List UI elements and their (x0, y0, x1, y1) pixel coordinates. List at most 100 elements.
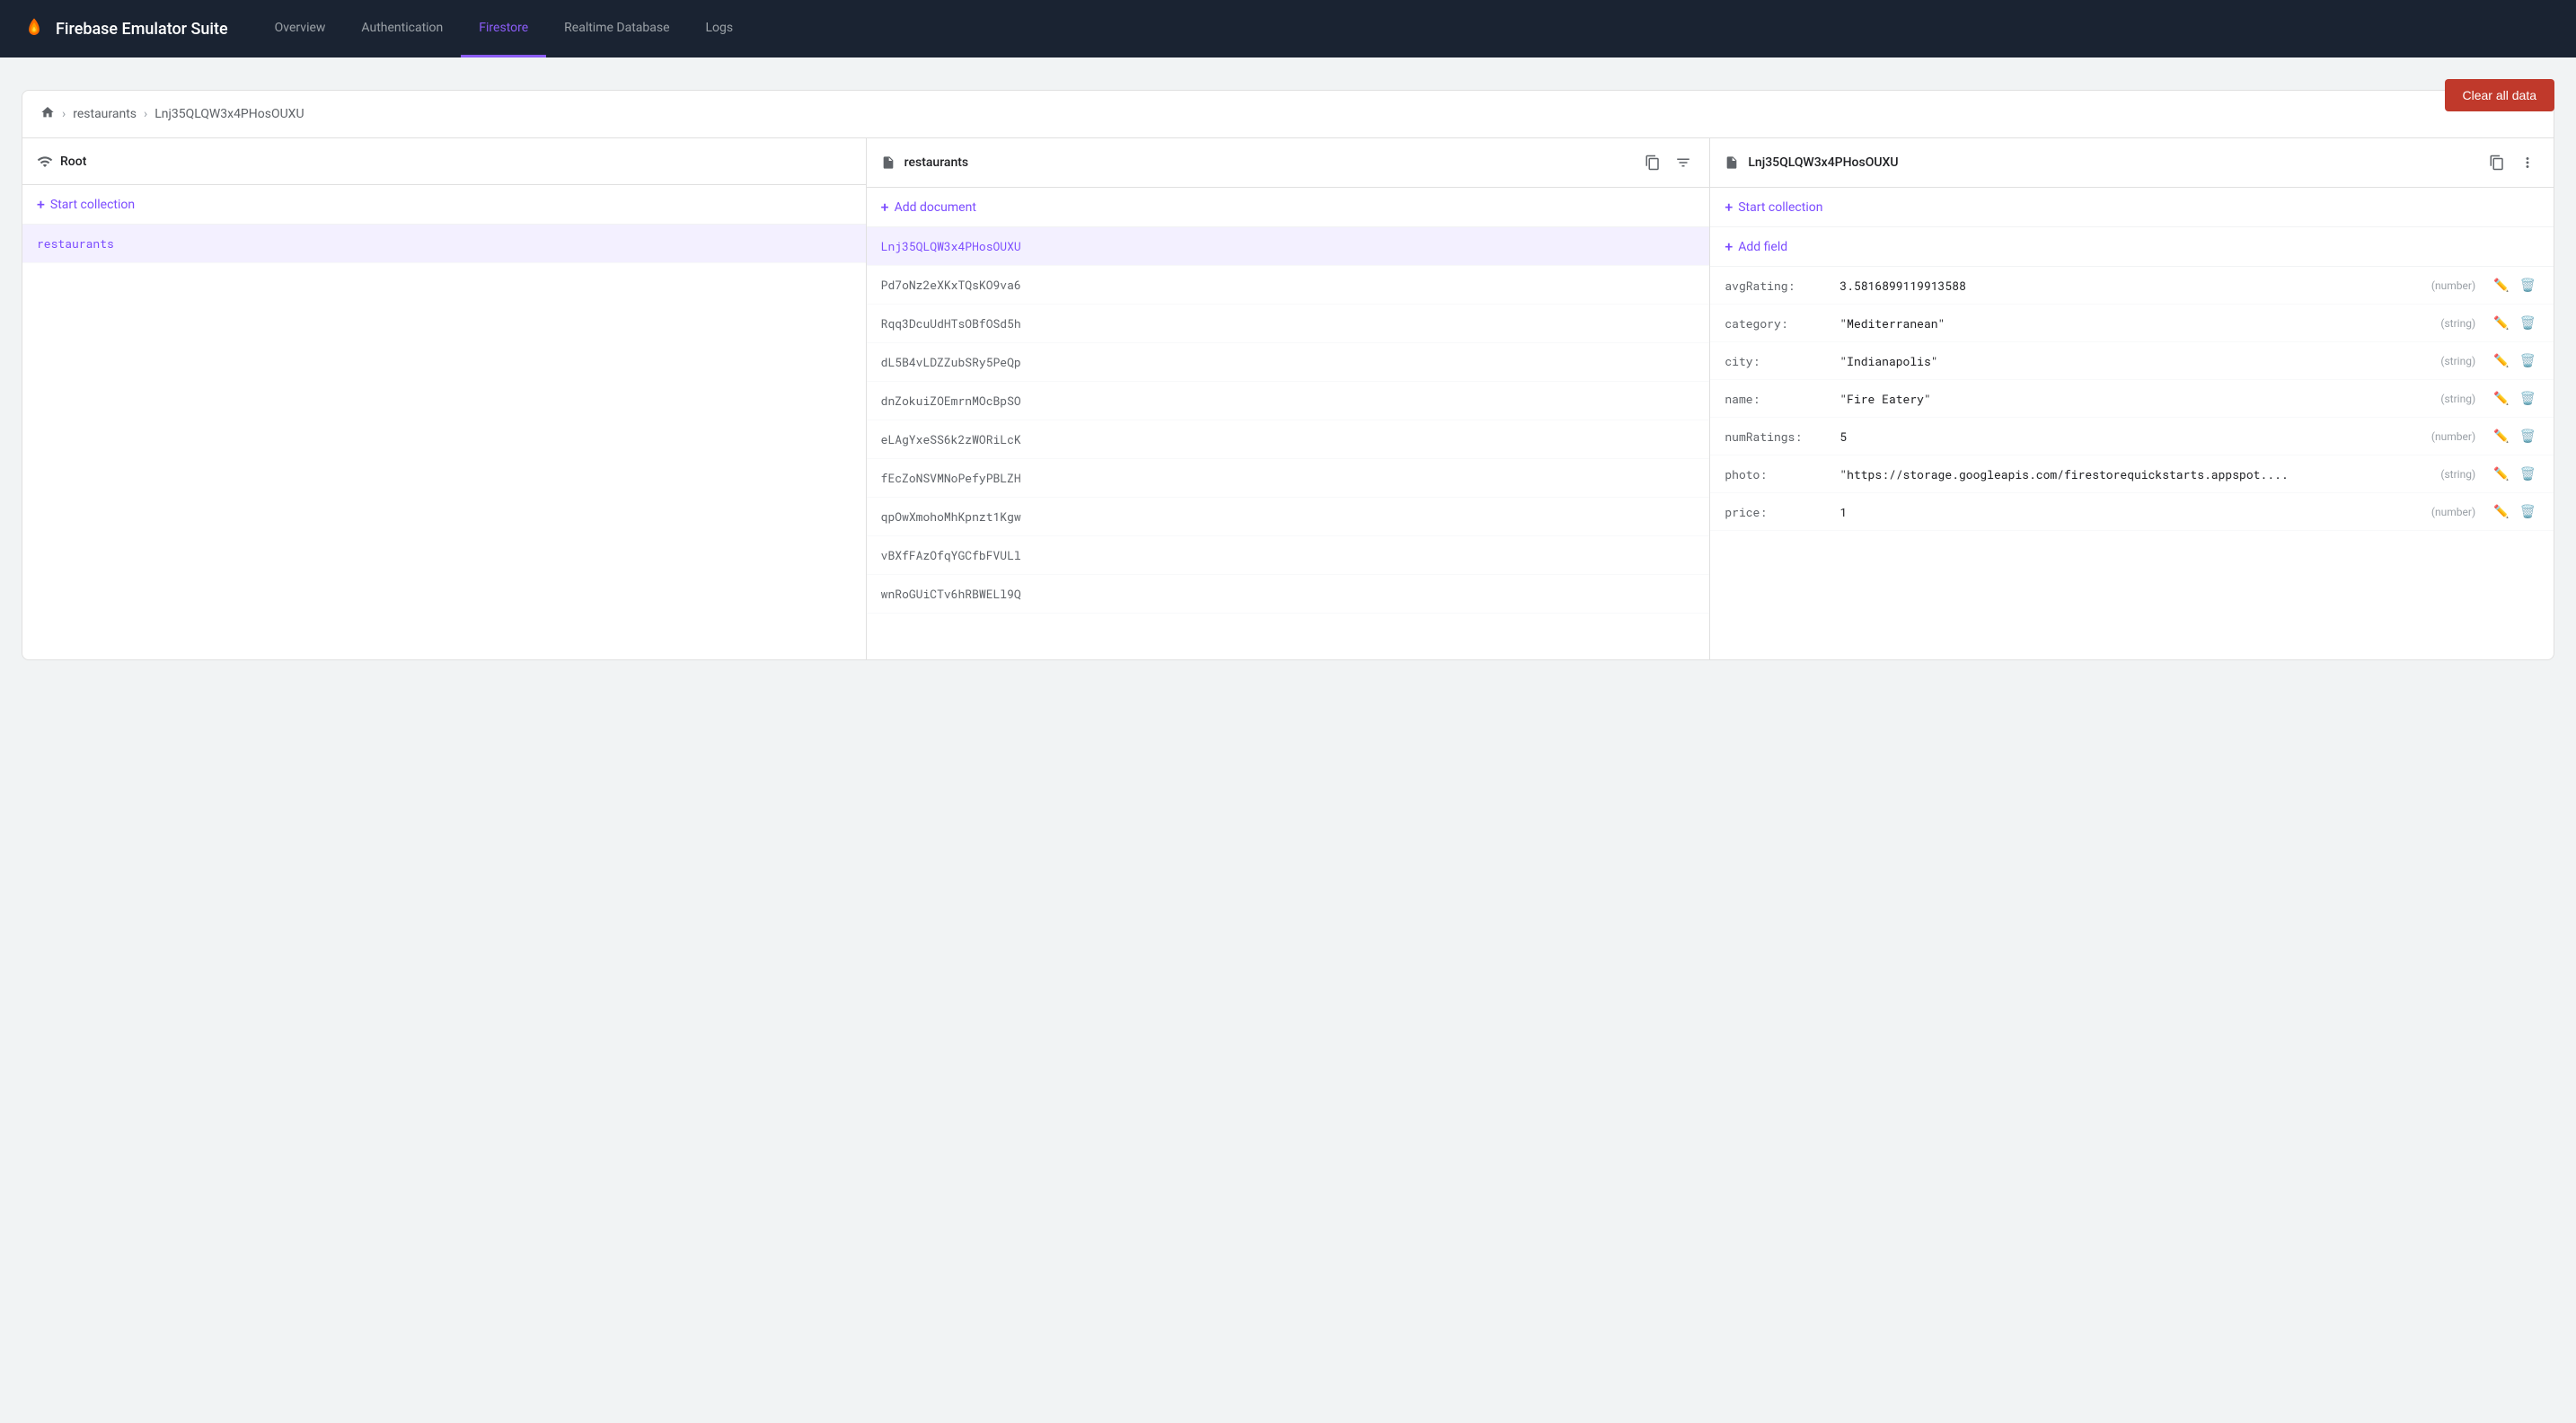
root-col-header: Root (22, 138, 866, 185)
collection-icon (881, 155, 895, 170)
more-vert-icon (2519, 155, 2536, 171)
collection-item-rqq[interactable]: Rqq3DcuUdHTsOBfOSd5h (867, 305, 1710, 343)
add-field-plus-icon: + (1725, 238, 1733, 255)
clear-all-data-button[interactable]: Clear all data (2445, 79, 2555, 111)
collection-item-qp0[interactable]: qpOwXmohoMhKpnzt1Kgw (867, 498, 1710, 536)
field-type-category: (string) (2440, 317, 2475, 330)
breadcrumb-restaurants[interactable]: restaurants (73, 107, 137, 121)
copy-collection-button[interactable] (1641, 151, 1664, 174)
field-name-city: city: (1725, 353, 1832, 369)
edit-city-button[interactable]: ✏️ (2490, 351, 2512, 370)
field-category: category: "Mediterranean" (string) ✏️ 🗑️ (1710, 305, 2554, 342)
delete-city-button[interactable]: 🗑️ (2517, 351, 2539, 370)
field-name-row: name: "Fire Eatery" (string) ✏️ 🗑️ (1710, 380, 2554, 418)
add-document-action[interactable]: + Add document (867, 188, 1710, 227)
collection-item-ela[interactable]: eLAgYxeSS6k2zWORiLcK (867, 420, 1710, 459)
filter-collection-button[interactable] (1672, 151, 1695, 174)
collection-item-wnr[interactable]: wnRoGUiCTv6hRBWELl9Q (867, 575, 1710, 614)
field-value-photo: "https://storage.googleapis.com/firestor… (1839, 466, 2433, 482)
nav-overview[interactable]: Overview (257, 0, 344, 57)
root-column: Root + Start collection restaurants (22, 138, 867, 659)
collection-item-dnz[interactable]: dnZokuiZOEmrnMOcBpSO (867, 382, 1710, 420)
add-doc-plus-icon: + (881, 199, 889, 216)
delete-price-button[interactable]: 🗑️ (2517, 502, 2539, 521)
field-city: city: "Indianapolis" (string) ✏️ 🗑️ (1710, 342, 2554, 380)
field-name-category: category: (1725, 315, 1832, 331)
delete-photo-button[interactable]: 🗑️ (2517, 464, 2539, 483)
collection-col-title: restaurants (904, 155, 1635, 170)
document-column: Lnj35QLQW3x4PHosOUXU + Start collec (1710, 138, 2554, 659)
document-col-header: Lnj35QLQW3x4PHosOUXU (1710, 138, 2554, 188)
delete-name-button[interactable]: 🗑️ (2517, 389, 2539, 408)
copy-document-button[interactable] (2485, 151, 2509, 174)
nav-realtime-database[interactable]: Realtime Database (546, 0, 687, 57)
field-price: price: 1 (number) ✏️ 🗑️ (1710, 493, 2554, 531)
edit-category-button[interactable]: ✏️ (2490, 314, 2512, 332)
firestore-panel: › restaurants › Lnj35QLQW3x4PHosOUXU Roo… (22, 90, 2554, 660)
home-icon (40, 105, 55, 119)
edit-name-button[interactable]: ✏️ (2490, 389, 2512, 408)
more-options-button[interactable] (2516, 151, 2539, 174)
brand-title: Firebase Emulator Suite (56, 20, 228, 39)
collection-column: restaurants + Add document (867, 138, 1711, 659)
brand: Firebase Emulator Suite (22, 16, 228, 41)
plus-icon: + (37, 196, 45, 213)
start-collection-doc-label: Start collection (1738, 200, 1822, 215)
collection-col-header: restaurants (867, 138, 1710, 188)
content-area: Clear all data › restaurants › Lnj35QLQW… (0, 57, 2576, 682)
root-icon (37, 154, 53, 170)
nav-logs[interactable]: Logs (688, 0, 752, 57)
delete-num-ratings-button[interactable]: 🗑️ (2517, 427, 2539, 446)
filter-icon (1675, 155, 1691, 171)
field-type-name: (string) (2440, 393, 2475, 405)
edit-price-button[interactable]: ✏️ (2490, 502, 2512, 521)
start-collection-action[interactable]: + Start collection (22, 185, 866, 225)
document-icon (1725, 155, 1739, 170)
field-actions-photo: ✏️ 🗑️ (2490, 464, 2539, 483)
field-name-avg-rating: avgRating: (1725, 278, 1832, 294)
field-name-name: name: (1725, 391, 1832, 407)
add-field-label: Add field (1738, 240, 1787, 254)
delete-category-button[interactable]: 🗑️ (2517, 314, 2539, 332)
edit-avg-rating-button[interactable]: ✏️ (2490, 276, 2512, 295)
fire-icon (22, 16, 47, 41)
field-actions-price: ✏️ 🗑️ (2490, 502, 2539, 521)
start-subcollection-action[interactable]: + Start collection (1710, 188, 2554, 227)
collection-item-fec[interactable]: fEcZoNSVMNoPefyPBLZH (867, 459, 1710, 498)
field-actions-category: ✏️ 🗑️ (2490, 314, 2539, 332)
field-name-price: price: (1725, 504, 1832, 520)
field-value-city: "Indianapolis" (1839, 353, 2433, 369)
header: Firebase Emulator Suite Overview Authent… (0, 0, 2576, 57)
delete-avg-rating-button[interactable]: 🗑️ (2517, 276, 2539, 295)
root-item-restaurants[interactable]: restaurants (22, 225, 866, 263)
start-collection-label: Start collection (50, 198, 135, 212)
field-type-price: (number) (2431, 506, 2475, 518)
field-value-num-ratings: 5 (1839, 429, 2424, 445)
nav-authentication[interactable]: Authentication (343, 0, 461, 57)
field-type-city: (string) (2440, 355, 2475, 367)
start-subcol-plus-icon: + (1725, 199, 1733, 216)
edit-photo-button[interactable]: ✏️ (2490, 464, 2512, 483)
field-value-avg-rating: 3.5816899119913588 (1839, 278, 2424, 294)
field-avg-rating: avgRating: 3.5816899119913588 (number) ✏… (1710, 267, 2554, 305)
add-field-action[interactable]: + Add field (1710, 227, 2554, 267)
breadcrumb-home[interactable] (40, 105, 55, 123)
field-value-name: "Fire Eatery" (1839, 391, 2433, 407)
field-type-photo: (string) (2440, 468, 2475, 481)
field-photo: photo: "https://storage.googleapis.com/f… (1710, 455, 2554, 493)
nav-firestore[interactable]: Firestore (461, 0, 546, 57)
field-actions-city: ✏️ 🗑️ (2490, 351, 2539, 370)
collection-item-pd7[interactable]: Pd7oNz2eXKxTQsKO9va6 (867, 266, 1710, 305)
collection-item-dl5[interactable]: dL5B4vLDZZubSRy5PeQp (867, 343, 1710, 382)
field-actions-name: ✏️ 🗑️ (2490, 389, 2539, 408)
columns-container: Root + Start collection restaurants rest… (22, 138, 2554, 659)
collection-item-vbx[interactable]: vBXfFAzOfqYGCfbFVULl (867, 536, 1710, 575)
edit-num-ratings-button[interactable]: ✏️ (2490, 427, 2512, 446)
collection-item-lnj[interactable]: Lnj35QLQW3x4PHosOUXU (867, 227, 1710, 266)
field-num-ratings: numRatings: 5 (number) ✏️ 🗑️ (1710, 418, 2554, 455)
copy-doc-icon (2489, 155, 2505, 171)
field-value-category: "Mediterranean" (1839, 315, 2433, 331)
field-type-avg-rating: (number) (2431, 279, 2475, 292)
field-type-num-ratings: (number) (2431, 430, 2475, 443)
breadcrumb-doc[interactable]: Lnj35QLQW3x4PHosOUXU (154, 107, 304, 121)
